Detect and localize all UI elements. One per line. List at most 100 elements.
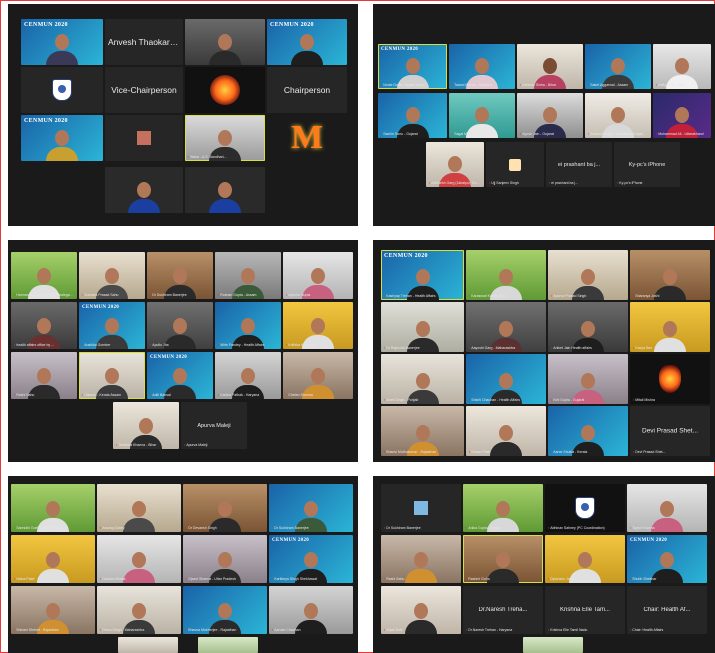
active-speaker-tile[interactable]: Bisha - A.S. Bandhari...	[185, 115, 265, 161]
video-tile[interactable]: Ayesha Gupta	[283, 252, 353, 299]
video-tile[interactable]: Kavya Sen	[630, 302, 710, 352]
video-tile[interactable]: Harman Sachin Sharma (Paralegal)...	[11, 252, 77, 299]
video-tile[interactable]: Dr Sukhiram Banerjee	[381, 484, 461, 532]
video-tile[interactable]: Aayushi Garg - Maharashtra	[466, 302, 546, 352]
video-tile[interactable]: Srishti Chauhan - Health Affairs	[466, 354, 546, 404]
video-tile[interactable]: Rashi Sahu	[381, 535, 461, 583]
video-tile[interactable]: CENMUN 2020 Aditi Bansal	[147, 352, 213, 399]
video-tile[interactable]: Devi Prasad Shet... Devi Prasad Shet...	[630, 406, 710, 456]
video-tile[interactable]: health affairs office by ...	[11, 302, 77, 349]
video-tile[interactable]: Krishna Elle Tam... Krishna Elle Tamil Na…	[545, 586, 625, 634]
video-tile[interactable]: Aravind Singh - Jharkhand (Legal)	[585, 93, 651, 138]
video-tile[interactable]: Muhammad Ali - Uttarakhand	[653, 93, 711, 138]
video-tile[interactable]: Dr.Naresh Treha... Dr.Naresh Trehan - Har…	[463, 586, 543, 634]
active-speaker-tile[interactable]: CENMUN 2020 Kashyap Trehan - Health Affai…	[381, 250, 464, 300]
video-tile[interactable]: Apurva Maleji Apurva Maleji	[181, 402, 247, 449]
video-tile[interactable]: CENMUN 2020 Shubh Shekhar	[627, 535, 707, 583]
video-tile[interactable]	[21, 67, 103, 113]
video-tile[interactable]: Ky-pc's iPhone Ky-pc's iPhone	[614, 142, 680, 187]
participant-avatar	[209, 182, 241, 213]
video-tile[interactable]: Sunnata Prasad Sahu	[79, 252, 145, 299]
video-tile[interactable]	[118, 637, 178, 653]
fire-avatar-icon	[210, 75, 240, 105]
video-tile[interactable]: Anurag Dubey	[97, 484, 181, 532]
active-speaker-tile[interactable]: Utkarsh - Kerala Assam	[79, 352, 145, 399]
video-tile[interactable]: Dr Devansh Singh	[183, 484, 267, 532]
video-tile[interactable]: CENMUN 2020 Kartikeya Singh Shekhawat	[269, 535, 353, 583]
video-tile[interactable]: Amrit Singh - Punjab	[381, 354, 464, 404]
video-tile[interactable]: Anika Gupta - Assam	[463, 484, 543, 532]
video-tile[interactable]: Chair: Health Af... Chair: Health Affairs	[627, 586, 707, 634]
video-tile[interactable]: Ayush Jain - Gujarat	[517, 93, 583, 138]
video-tile[interactable]: Aniket Jain Health affairs	[548, 302, 628, 352]
video-tile[interactable]: CENMUN 2020	[21, 115, 103, 161]
participant-caption: Ky-pc's iPhone	[617, 181, 677, 185]
video-tile[interactable]: Tanishka Khanna - Bihar	[113, 402, 179, 449]
video-tile[interactable]: Dr Sukhiram Banerjee	[269, 484, 353, 532]
video-tile[interactable]: ei prashant ba j... ei prashant ba j...	[546, 142, 612, 187]
video-tile[interactable]: Rashi Sahu	[11, 352, 77, 399]
video-tile[interactable]	[185, 167, 265, 213]
video-tile[interactable]: Dr Rajmohit Banerjee	[381, 302, 464, 352]
video-tile[interactable]	[105, 115, 183, 161]
active-speaker-tile[interactable]: Rashmi Guha	[463, 535, 543, 583]
video-tile[interactable]	[185, 67, 265, 113]
participant-caption: Anika Gupta - Assam	[466, 526, 540, 530]
video-tile[interactable]: Bhavna Mukherjee - Rajasthan	[183, 586, 267, 634]
video-tile[interactable]: Kirti Gupta - Gujarat	[548, 354, 628, 404]
video-tile[interactable]: Abhinav Sahney (PC Coordination)	[545, 484, 625, 532]
video-tile[interactable]: Abhinav Sinha - Bihar	[517, 44, 583, 89]
video-tile[interactable]: Apurva Prasad Singh	[548, 250, 628, 300]
video-tile[interactable]: Krithika Mehrotra	[283, 302, 353, 349]
video-tile[interactable]: Dhruv Singh - Maharashtra	[97, 586, 181, 634]
video-tile[interactable]: Sannidhi Goel - Uttar Pradesh	[11, 484, 95, 532]
video-tile[interactable]: Saket Aggarwal - Assam	[585, 44, 651, 89]
video-tile[interactable]: Apollo Jha	[147, 302, 213, 349]
video-tile[interactable]: Aditya Pal - Bihar	[653, 44, 711, 89]
participant-name: ei prashant ba j...	[557, 161, 601, 168]
video-tile[interactable]: Chairperson	[267, 67, 347, 113]
video-tile[interactable]	[185, 19, 265, 65]
video-tile[interactable]: Taylor Khanna	[627, 484, 707, 532]
video-tile[interactable]: Anvesh Thaokar -...	[105, 19, 183, 65]
video-tile[interactable]: Sohan Patel	[466, 406, 546, 456]
video-tile[interactable]	[523, 637, 583, 653]
video-tile[interactable]: Roshan Gupta - Assam	[215, 252, 281, 299]
participant-caption: Kavya Sen	[633, 346, 707, 350]
video-tile[interactable]: Vice-Chairperson	[105, 67, 183, 113]
school-crest-icon	[52, 79, 72, 101]
video-tile[interactable]: Bhanvi Muthukumar - Rajasthan	[381, 406, 464, 456]
video-tile[interactable]: Chetan Sharma	[283, 352, 353, 399]
video-tile[interactable]: Kanika Pathak - Haryana	[215, 352, 281, 399]
participant-caption: Dr.Naresh Trehan - Haryana	[466, 628, 540, 632]
video-tile[interactable]: Gautam Bhalla	[97, 535, 181, 583]
video-tile[interactable]: M	[267, 115, 347, 161]
video-tile[interactable]: Sagal Mishra - Karnataka	[449, 93, 515, 138]
meeting-panel-4: CENMUN 2020 Kashyap Trehan - Health Affai…	[373, 240, 715, 462]
participant-caption: Aarush Chauhan	[272, 628, 350, 632]
video-tile[interactable]: CENMUN 2020	[21, 19, 103, 65]
video-tile[interactable]: Abhisekh Garg (Jabalpur) Dubey	[426, 142, 484, 187]
video-tile[interactable]: Taanvi Manas - Haryana	[449, 44, 515, 89]
video-tile[interactable]: Ujj Sanjeev Singh	[486, 142, 544, 187]
video-tile[interactable]: Dipanshu Joshi	[545, 535, 625, 583]
video-tile[interactable]: Dr Sukhiram Banerjee	[147, 252, 213, 299]
video-tile[interactable]: Karaswati Kumar Goa	[466, 250, 546, 300]
video-tile[interactable]: Mihir Pandey - Health Affairs	[215, 302, 281, 349]
video-tile[interactable]: Aarav Shukla - Kerala	[548, 406, 628, 456]
video-tile[interactable]	[198, 637, 258, 653]
video-tile[interactable]: Sharanya Joshi	[630, 250, 710, 300]
video-tile[interactable]: Aarush Chauhan	[269, 586, 353, 634]
video-tile[interactable]	[105, 167, 183, 213]
active-speaker-tile[interactable]: CENMUN 2020 Nonie Dutta - Assam (cand...	[378, 44, 447, 89]
video-tile[interactable]: Anjali Dutt	[381, 586, 461, 634]
video-tile[interactable]: Mitali Mishra	[630, 354, 710, 404]
video-tile[interactable]: Ojasvi Sharma - Uttar Pradesh	[183, 535, 267, 583]
participant-name: Chair: Health Af...	[643, 607, 691, 613]
video-tile[interactable]: Naina Patel	[11, 535, 95, 583]
video-tile[interactable]: CENMUN 2020 Anshika Gomber	[79, 302, 145, 349]
video-tile[interactable]: Shivani Shrinet - Rajasthan	[11, 586, 95, 634]
video-tile[interactable]: CENMUN 2020	[267, 19, 347, 65]
participant-caption: ei prashant ba j...	[549, 181, 609, 185]
video-tile[interactable]: Sachin Sonu - Gujarat	[378, 93, 447, 138]
